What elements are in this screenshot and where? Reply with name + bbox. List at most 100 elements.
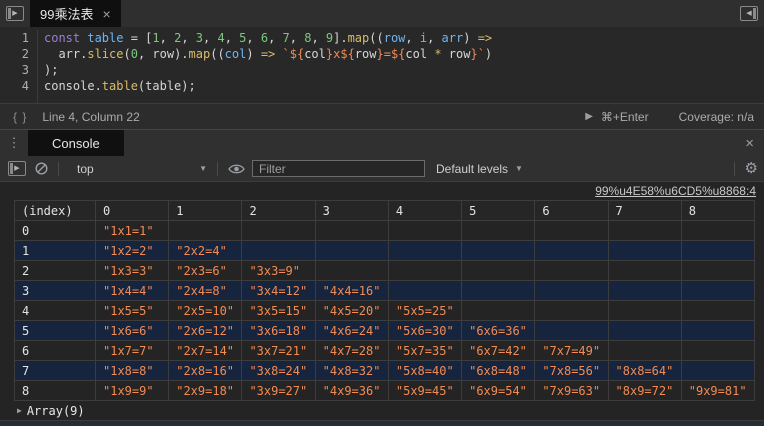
editor-status-bar: { } Line 4, Column 22 ▶ ⌘+Enter Coverage…: [0, 103, 764, 129]
code-line[interactable]: const table = [1, 2, 3, 4, 5, 6, 7, 8, 9…: [44, 30, 492, 46]
table-cell: [681, 341, 754, 361]
coverage-label: Coverage: n/a: [679, 110, 754, 124]
table-cell: "4x8=32": [315, 361, 388, 381]
table-header-cell[interactable]: 8: [681, 201, 754, 221]
table-cell: "4x9=36": [315, 381, 388, 401]
table-cell: "1x1=1": [96, 221, 169, 241]
log-levels-dropdown[interactable]: Default levels ▼: [436, 162, 523, 176]
table-cell: [608, 221, 681, 241]
chevron-down-icon: ▼: [515, 164, 523, 173]
editor-code[interactable]: const table = [1, 2, 3, 4, 5, 6, 7, 8, 9…: [38, 30, 492, 103]
table-cell: [681, 281, 754, 301]
toolbar-divider: [217, 162, 218, 176]
editor-tab-bar: ▶ 99乘法表 × ◀: [0, 0, 764, 27]
table-body: 0"1x1=1"1"1x2=2""2x2=4"2"1x3=3""2x3=6""3…: [15, 221, 755, 401]
code-editor[interactable]: 1234 const table = [1, 2, 3, 4, 5, 6, 7,…: [0, 27, 764, 103]
clear-console-icon[interactable]: [35, 162, 48, 175]
table-row[interactable]: 7"1x8=8""2x8=16""3x8=24""4x8=32""5x8=40"…: [15, 361, 755, 381]
table-cell: "1x9=9": [96, 381, 169, 401]
table-row[interactable]: 5"1x6=6""2x6=12""3x6=18""4x6=24""5x6=30"…: [15, 321, 755, 341]
play-triangle-icon: ▶: [14, 165, 19, 172]
table-row[interactable]: 3"1x4=4""2x4=8""3x4=12""4x4=16": [15, 281, 755, 301]
tab-bar-spacer: [121, 0, 734, 27]
table-header-cell[interactable]: (index): [15, 201, 96, 221]
snippet-tab[interactable]: 99乘法表 ×: [30, 0, 121, 27]
table-cell: [462, 241, 535, 261]
tab-console[interactable]: Console: [28, 130, 124, 156]
table-header-cell[interactable]: 7: [608, 201, 681, 221]
close-drawer-icon[interactable]: ×: [745, 135, 754, 152]
table-cell: "9x9=81": [681, 381, 754, 401]
table-row[interactable]: 1"1x2=2""2x2=4": [15, 241, 755, 261]
table-cell: "3x7=21": [242, 341, 315, 361]
code-line[interactable]: console.table(table);: [44, 78, 492, 94]
table-cell: [462, 221, 535, 241]
table-header-cell[interactable]: 0: [96, 201, 169, 221]
console-sidebar-toggle-icon[interactable]: ▶: [8, 161, 26, 176]
table-index-cell: 5: [15, 321, 96, 341]
table-cell: "1x7=7": [96, 341, 169, 361]
table-cell: "7x8=56": [535, 361, 608, 381]
table-cell: [681, 221, 754, 241]
table-header-cell[interactable]: 1: [169, 201, 242, 221]
table-cell: [608, 341, 681, 361]
table-cell: "2x8=16": [169, 361, 242, 381]
table-row[interactable]: 4"1x5=5""2x5=10""3x5=15""4x5=20""5x5=25": [15, 301, 755, 321]
table-row[interactable]: 0"1x1=1": [15, 221, 755, 241]
drawer-menu-icon[interactable]: ⋮: [0, 130, 28, 156]
table-cell: "2x7=14": [169, 341, 242, 361]
left-triangle-icon: ◀: [746, 10, 751, 17]
collapse-panel-icon[interactable]: ◀: [740, 6, 758, 21]
live-expression-eye-icon[interactable]: [228, 163, 245, 175]
table-header-row: (index)012345678: [15, 201, 755, 221]
table-cell: [388, 261, 461, 281]
table-row[interactable]: 2"1x3=3""2x3=6""3x3=9": [15, 261, 755, 281]
run-shortcut-label: ⌘+Enter: [601, 110, 649, 124]
table-row[interactable]: 8"1x9=9""2x9=18""3x9=27""4x9=36""5x9=45"…: [15, 381, 755, 401]
context-selector[interactable]: top ▼: [69, 162, 207, 176]
play-triangle-icon: ▶: [12, 10, 17, 17]
table-header-cell[interactable]: 2: [242, 201, 315, 221]
close-tab-icon[interactable]: ×: [102, 7, 110, 21]
code-line[interactable]: );: [44, 62, 492, 78]
table-cell: "1x6=6": [96, 321, 169, 341]
table-cell: [535, 261, 608, 281]
table-cell: "6x9=54": [462, 381, 535, 401]
table-cell: "3x4=12": [242, 281, 315, 301]
pretty-print-icon[interactable]: { }: [13, 110, 27, 124]
table-header-cell[interactable]: 4: [388, 201, 461, 221]
table-header-cell[interactable]: 6: [535, 201, 608, 221]
run-snippet-icon[interactable]: ▶: [585, 111, 593, 122]
show-navigator-icon[interactable]: ▶: [6, 6, 24, 21]
table-cell: "3x9=27": [242, 381, 315, 401]
table-header-cell[interactable]: 3: [315, 201, 388, 221]
code-line[interactable]: arr.slice(0, row).map((col) => `${col}x$…: [44, 46, 492, 62]
table-cell: "5x8=40": [388, 361, 461, 381]
console-tab-label: Console: [52, 136, 100, 151]
table-cell: "1x5=5": [96, 301, 169, 321]
table-header-cell[interactable]: 5: [462, 201, 535, 221]
expand-triangle-icon[interactable]: ▶: [17, 406, 22, 415]
table-cell: "5x9=45": [388, 381, 461, 401]
filter-input[interactable]: [252, 160, 425, 177]
table-cell: "2x6=12": [169, 321, 242, 341]
table-cell: "8x8=64": [608, 361, 681, 381]
log-levels-value: Default levels: [436, 162, 508, 176]
console-settings-gear-icon[interactable]: ⚙: [745, 161, 758, 176]
table-cell: "1x4=4": [96, 281, 169, 301]
table-index-cell: 0: [15, 221, 96, 241]
table-cell: [388, 241, 461, 261]
table-cell: [681, 321, 754, 341]
context-selector-value: top: [77, 162, 94, 176]
table-index-cell: 4: [15, 301, 96, 321]
toolbar-divider: [58, 162, 59, 176]
table-cell: "5x6=30": [388, 321, 461, 341]
console-source-link[interactable]: 99%u4E58%u6CD5%u8868:4: [595, 184, 756, 198]
table-cell: [681, 261, 754, 281]
table-row[interactable]: 6"1x7=7""2x7=14""3x7=21""4x7=28""5x7=35"…: [15, 341, 755, 361]
console-prompt-strip[interactable]: [0, 420, 764, 426]
table-cell: [535, 321, 608, 341]
array-preview-row[interactable]: ▶ Array(9): [0, 403, 764, 418]
table-cell: [535, 241, 608, 261]
table-cell: [608, 261, 681, 281]
